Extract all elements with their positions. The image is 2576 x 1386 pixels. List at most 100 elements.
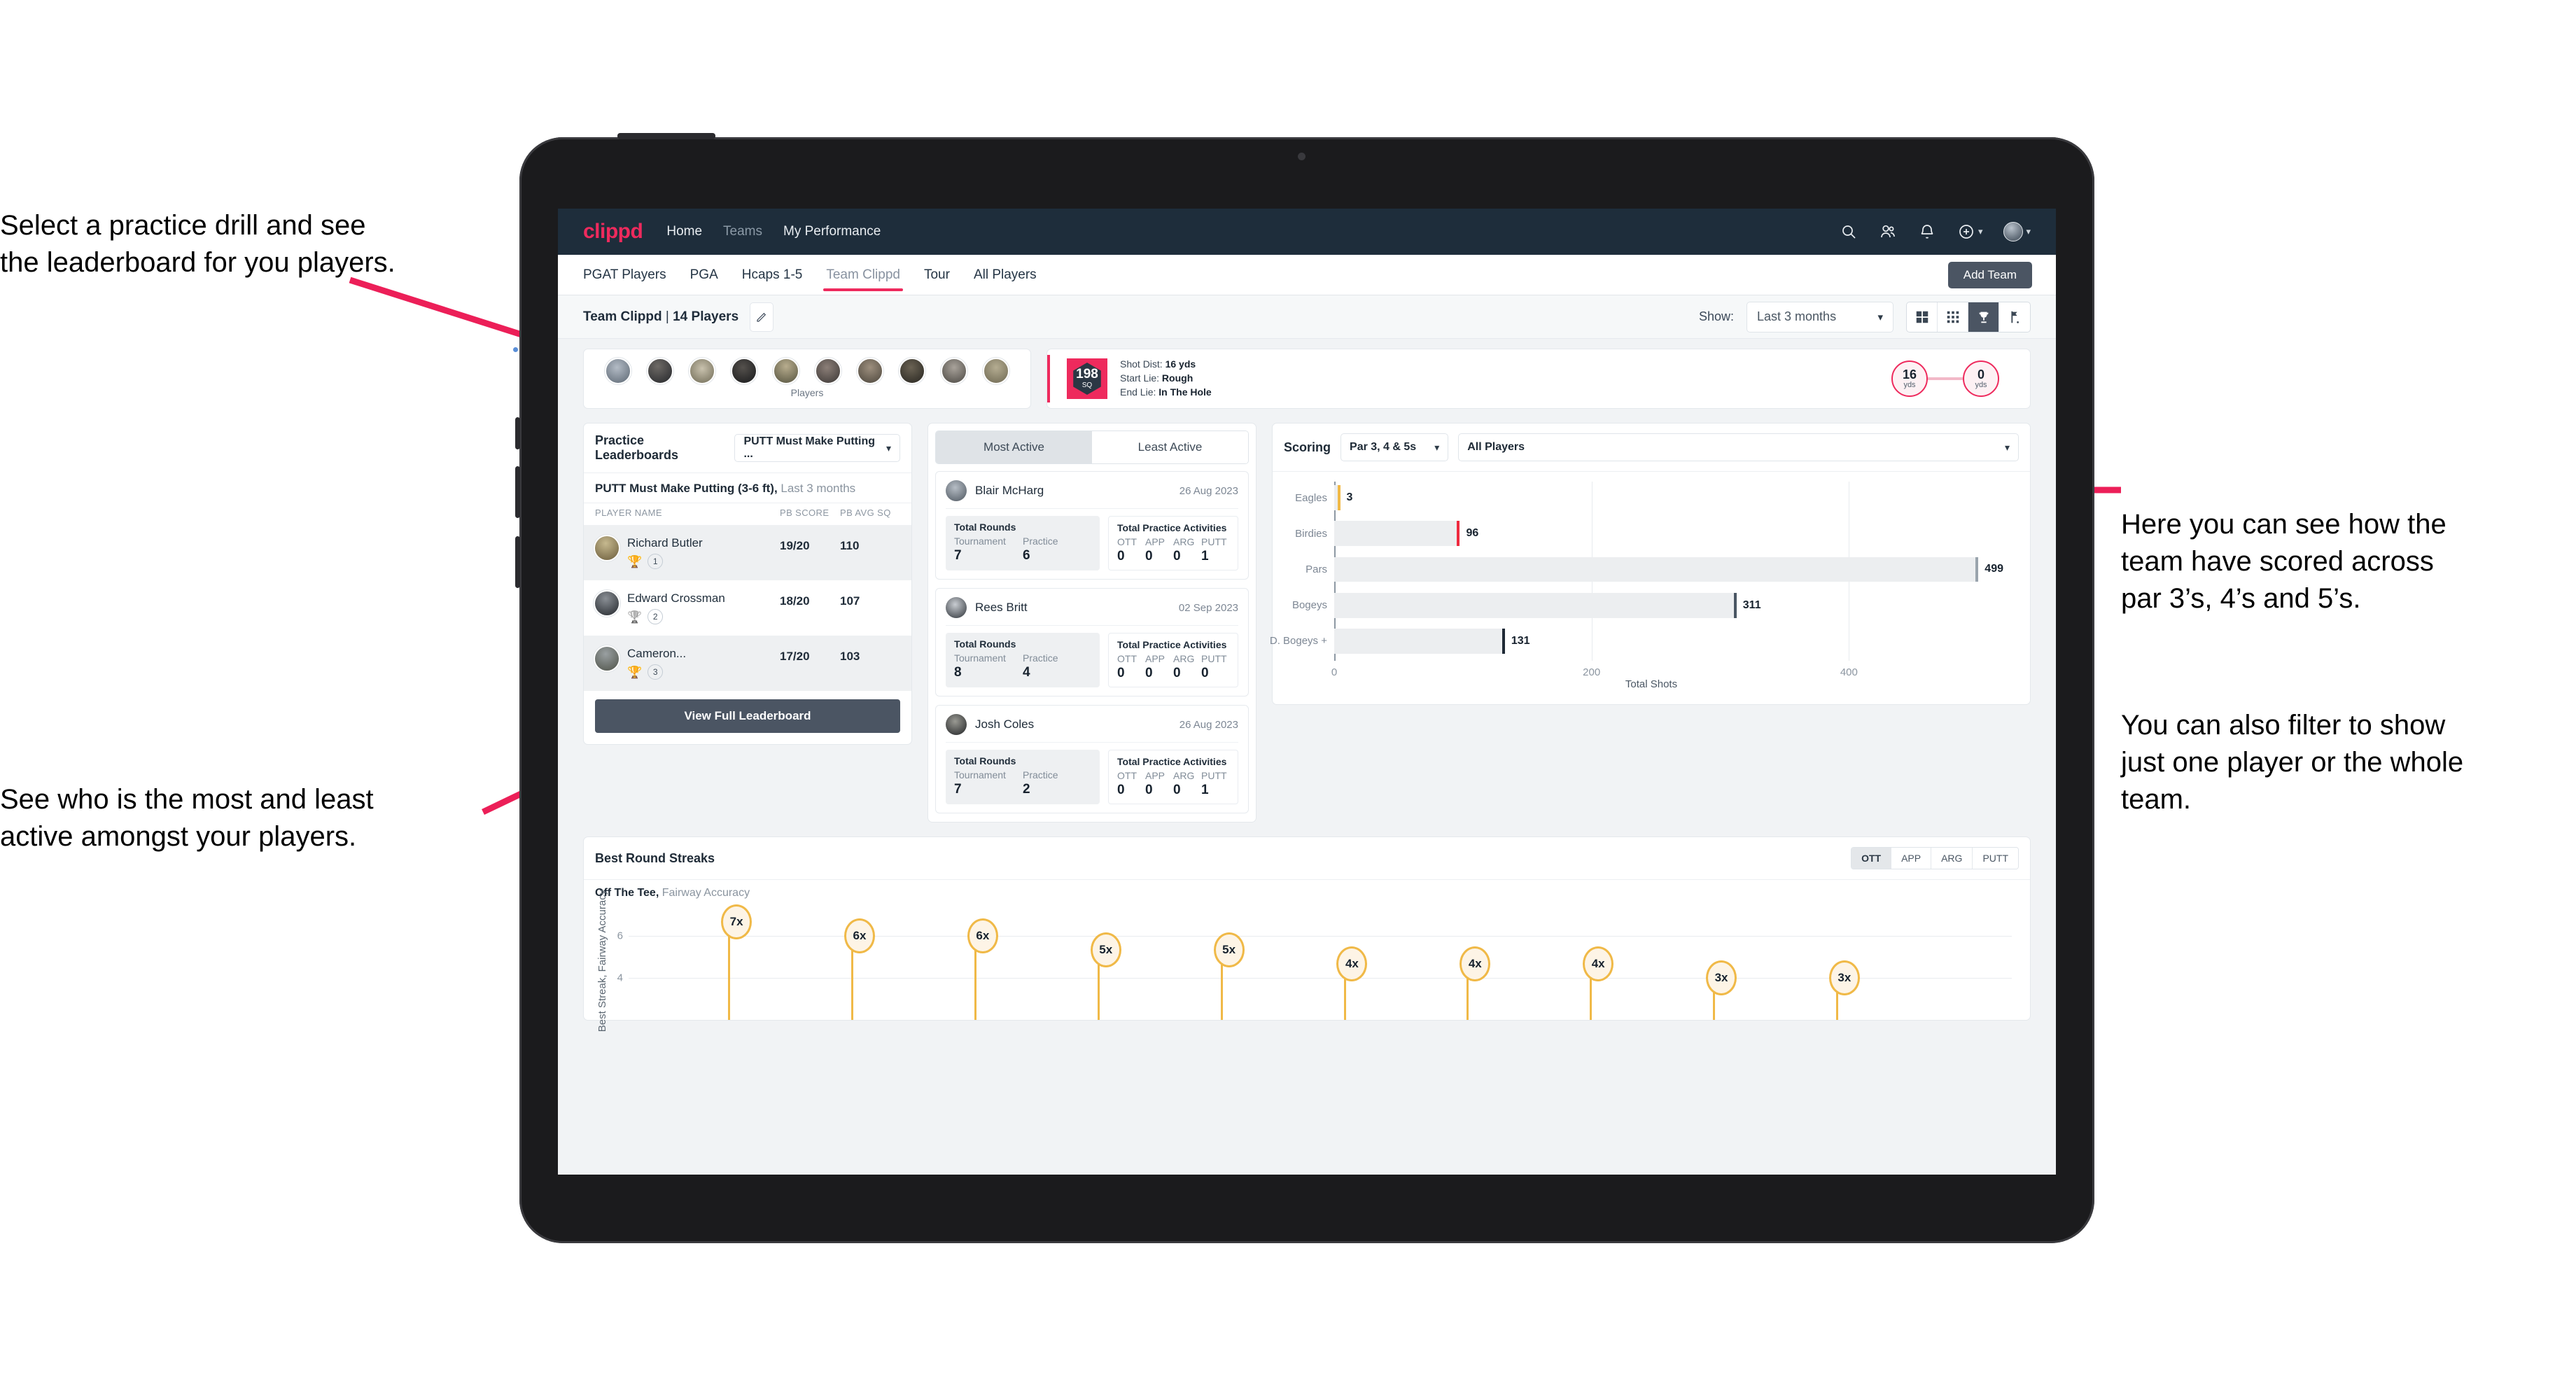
tab-all-players[interactable]: All Players <box>974 256 1037 294</box>
activity-card: Most Active Least Active Blair McHarg 26… <box>927 423 1256 822</box>
stat-key: ARG <box>1173 770 1195 781</box>
avatar[interactable] <box>2003 222 2024 241</box>
list-item[interactable]: Blair McHarg 26 Aug 2023 Total Rounds To… <box>935 471 1249 580</box>
metric-tab-putt[interactable]: PUTT <box>1973 848 2018 869</box>
table-row[interactable]: Richard Butler 🏆 1 19/20 110 <box>584 525 911 580</box>
player-name: Josh Coles <box>975 718 1035 731</box>
nav-link-home[interactable]: Home <box>666 224 702 239</box>
tab-least-active[interactable]: Least Active <box>1092 431 1248 463</box>
pb-score-value: 17/20 <box>780 650 810 663</box>
trophy-icon[interactable] <box>1968 302 1999 332</box>
players-avatar-row[interactable] <box>584 352 1030 384</box>
metric-tab-ott[interactable]: OTT <box>1851 848 1892 869</box>
volume-up-button[interactable] <box>515 417 520 449</box>
activity-player-header: Blair McHarg 26 Aug 2023 <box>946 480 1238 501</box>
tab-pgat-players[interactable]: PGAT Players <box>583 256 666 294</box>
player-avatar[interactable] <box>773 358 799 384</box>
total-practice-box: Total Practice Activities OTT 0 APP 0 ARG 0… <box>1108 750 1238 804</box>
grid-small-icon[interactable] <box>1938 302 1968 332</box>
lollipop-bubble: 6x <box>967 918 998 953</box>
top-navigation-bar: clippd Home Teams My Performance ▾ ▾ <box>558 209 2056 255</box>
start-lie-line: Start Lie: Rough <box>1120 372 1212 386</box>
player-avatar[interactable] <box>899 358 925 384</box>
tab-tour[interactable]: Tour <box>924 256 950 294</box>
volume-down-button[interactable] <box>515 536 520 588</box>
shot-summary-card: 198 SQ Shot Dist: 16 yds Start Lie: Roug… <box>1046 349 2031 409</box>
grid-large-icon[interactable] <box>1907 302 1938 332</box>
pencil-icon[interactable] <box>750 302 774 332</box>
sub-header-controls: Show: Last 3 months ▾ <box>1699 301 2031 332</box>
player-avatar <box>595 536 619 560</box>
rank-badge: 3 <box>648 664 664 680</box>
plus-circle-icon[interactable] <box>1957 223 1975 241</box>
power-button[interactable] <box>617 133 715 139</box>
table-row[interactable]: Cameron... 🏆 3 17/20 103 <box>584 636 911 691</box>
clippd-logo[interactable]: clippd <box>583 220 643 244</box>
pb-score-value: 19/20 <box>780 539 810 552</box>
annotation-most-least-active: See who is the most and least active amo… <box>0 784 374 853</box>
streaks-subtitle: Off The Tee, Fairway Accuracy <box>584 880 2030 904</box>
lollipop-bubble: 4x <box>1460 946 1491 981</box>
player-avatar[interactable] <box>647 358 673 384</box>
shot-dist-key: Shot Dist: <box>1120 358 1163 370</box>
volume-mid-button[interactable] <box>515 466 520 518</box>
streaks-title: Best Round Streaks <box>595 850 715 865</box>
table-row[interactable]: Edward Crossman 🏆 2 18/20 107 <box>584 580 911 636</box>
player-filter-select[interactable]: All Players ▾ <box>1458 433 2019 461</box>
tab-most-active[interactable]: Most Active <box>936 431 1092 463</box>
start-distance-circle: 16 yds <box>1891 360 1928 397</box>
chevron-down-icon: ▾ <box>2004 441 2010 453</box>
x-axis-title: Total Shots <box>1625 678 1678 690</box>
chevron-down-icon: ▾ <box>1877 311 1883 323</box>
player-avatar[interactable] <box>857 358 883 384</box>
bell-icon[interactable] <box>1918 223 1936 241</box>
list-item[interactable]: Josh Coles 26 Aug 2023 Total Rounds Tour… <box>935 705 1249 813</box>
player-avatar[interactable] <box>689 358 715 384</box>
annotation-practice-drill: Select a practice drill and see the lead… <box>0 210 396 279</box>
player-avatar[interactable] <box>605 358 631 384</box>
top-navigation-actions: ▾ ▾ <box>1840 222 2031 241</box>
sq-label: SQ <box>1082 382 1093 389</box>
add-team-button[interactable]: Add Team <box>1947 262 2032 288</box>
list-item[interactable]: Rees Britt 02 Sep 2023 Total Rounds Tour… <box>935 588 1249 696</box>
scoring-chart: Eagles 3 Birdies 96 Pars 499 Bogeys 311 … <box>1270 477 2022 700</box>
tab-team-clippd[interactable]: Team Clippd <box>823 256 903 294</box>
stat-practice: Practice 6 <box>1023 536 1091 564</box>
stat-value: 2 <box>1023 782 1030 797</box>
player-avatar <box>946 714 967 735</box>
nav-link-teams[interactable]: Teams <box>723 224 762 239</box>
player-avatar[interactable] <box>983 358 1009 384</box>
view-full-leaderboard-button[interactable]: View Full Leaderboard <box>595 699 900 733</box>
tablet-device-frame: clippd Home Teams My Performance ▾ ▾ PGA… <box>513 133 2094 1243</box>
player-avatar[interactable] <box>731 358 757 384</box>
lollipop-bubble: 5x <box>1090 932 1121 967</box>
side-indicator <box>513 347 518 352</box>
chevron-down-icon-profile[interactable]: ▾ <box>2026 226 2031 237</box>
player-avatar[interactable] <box>941 358 967 384</box>
bar-value-bogeys: 311 <box>1742 598 1761 611</box>
chevron-down-icon-add[interactable]: ▾ <box>1978 226 1983 237</box>
leaderboard-column-headers: PLAYER NAME PB SCORE PB AVG SQ <box>584 503 911 525</box>
team-tab-bar: PGAT Players PGA Hcaps 1-5 Team Clippd T… <box>558 255 2056 295</box>
drill-select[interactable]: PUTT Must Make Putting ... ▾ <box>734 434 900 462</box>
end-lie-key: End Lie: <box>1120 386 1156 398</box>
tab-pga[interactable]: PGA <box>690 256 718 294</box>
stat-value: 0 <box>1117 666 1125 680</box>
shot-quality-badge: 198 SQ <box>1067 358 1107 399</box>
end-distance-unit: yds <box>1975 381 1987 389</box>
stat-key: PUTT <box>1201 536 1227 547</box>
nav-link-my-performance[interactable]: My Performance <box>783 224 881 239</box>
metric-tab-arg[interactable]: ARG <box>1931 848 1973 869</box>
flag-icon[interactable] <box>1999 302 2030 332</box>
par-filter-select[interactable]: Par 3, 4 & 5s ▾ <box>1340 433 1449 461</box>
end-distance-circle: 0 yds <box>1963 360 1999 397</box>
tab-hcaps-1-5[interactable]: Hcaps 1-5 <box>742 256 803 294</box>
period-select[interactable]: Last 3 months ▾ <box>1746 301 1893 332</box>
search-icon[interactable] <box>1840 223 1858 241</box>
bar-cap <box>1457 521 1460 547</box>
stat-tournament: Tournament 8 <box>954 652 1023 680</box>
metric-tab-app[interactable]: APP <box>1891 848 1932 869</box>
player-avatar[interactable] <box>815 358 841 384</box>
view-mode-group <box>1906 301 2031 332</box>
people-icon[interactable] <box>1879 223 1897 241</box>
